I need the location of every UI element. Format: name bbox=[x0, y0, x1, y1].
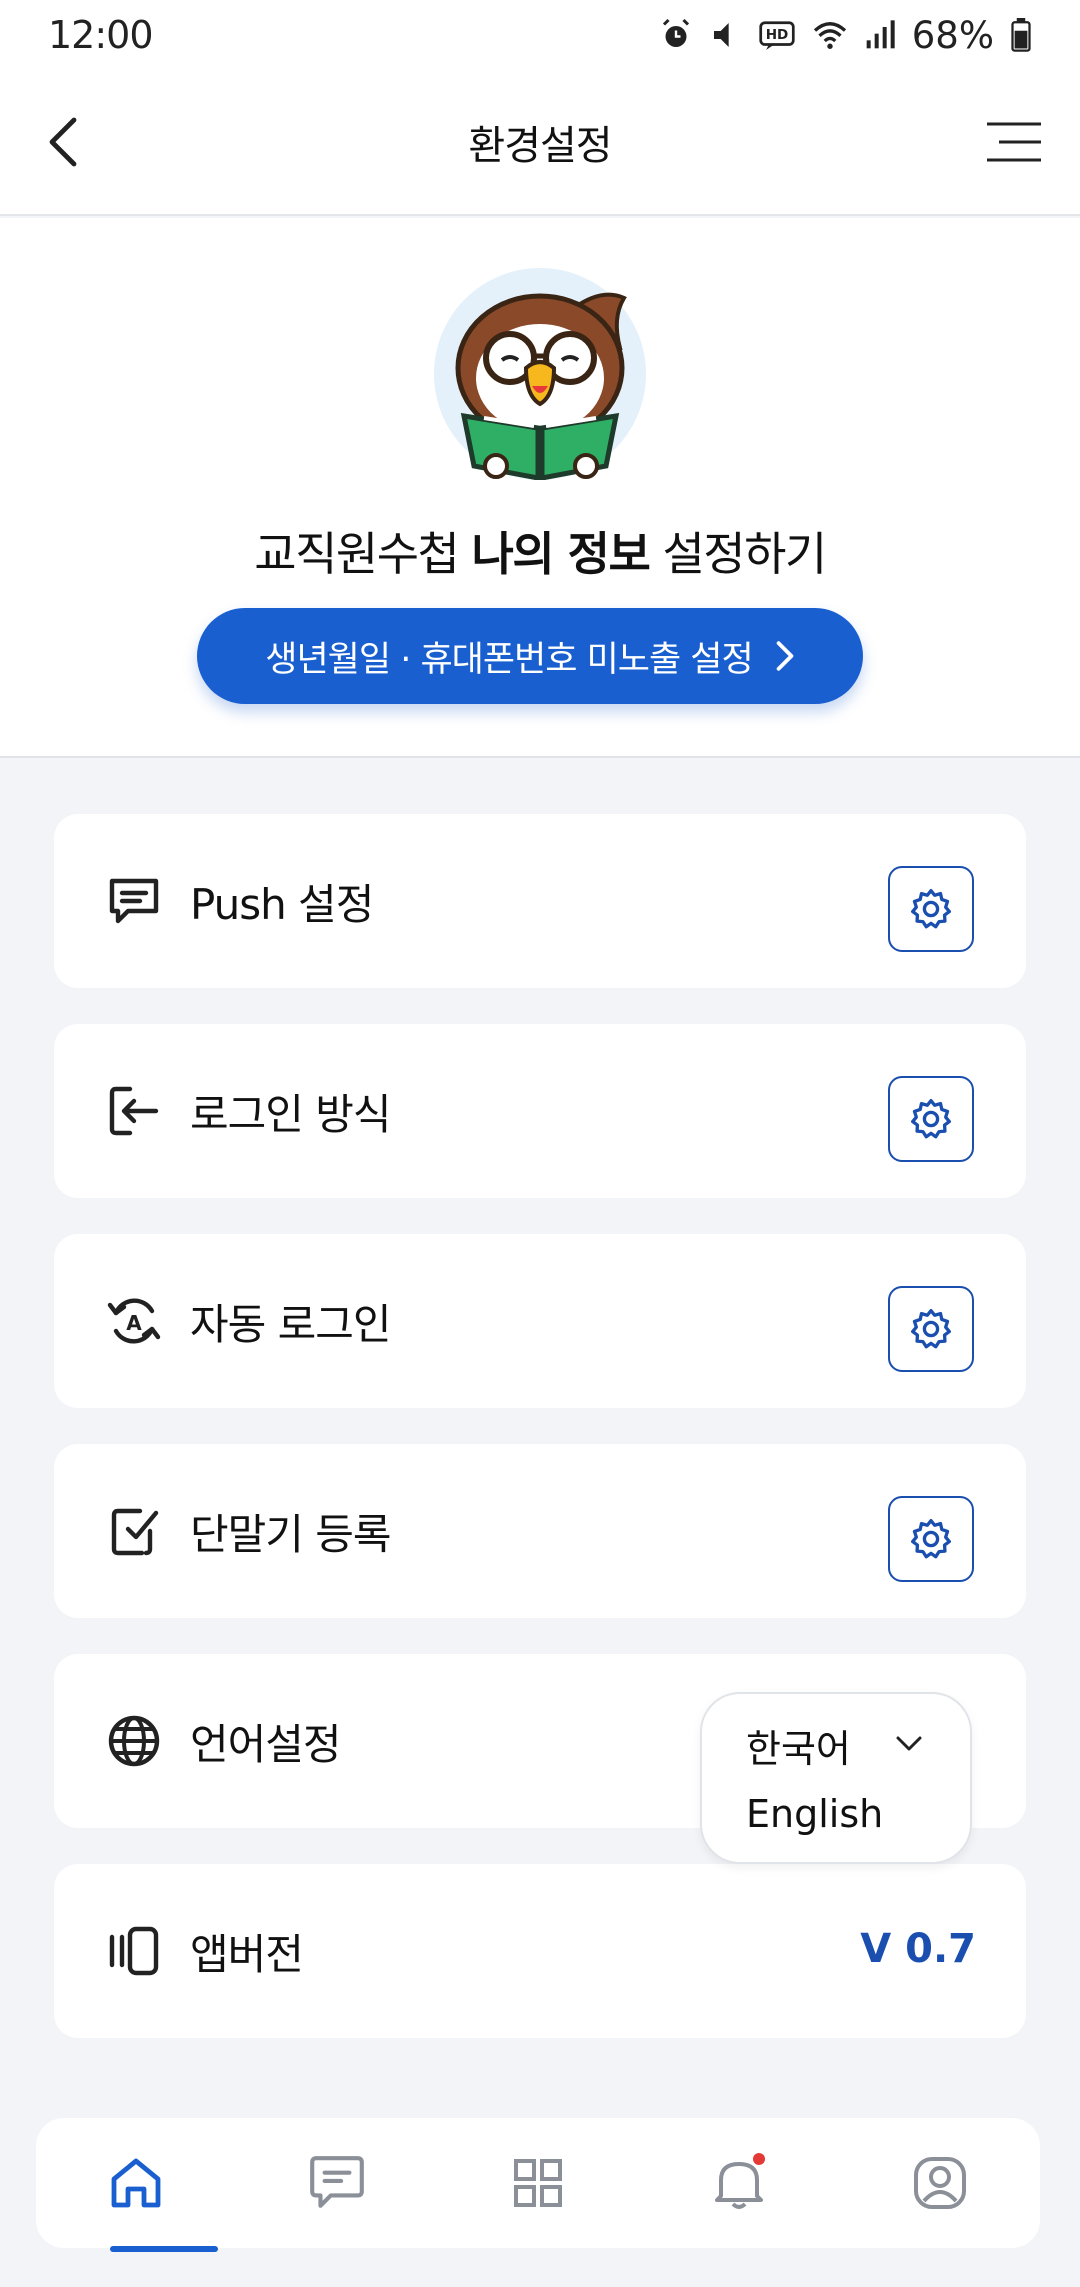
language-settings-label: 언어설정 bbox=[190, 1719, 342, 1769]
volume-icon bbox=[710, 18, 742, 52]
device-register-label: 단말기 등록 bbox=[190, 1509, 392, 1559]
page-title: 환경설정 bbox=[468, 123, 612, 169]
login-method-card[interactable]: 로그인 방식 bbox=[54, 1024, 1026, 1198]
gear-icon bbox=[911, 889, 951, 929]
chevron-down-icon[interactable] bbox=[894, 1734, 924, 1758]
globe-icon bbox=[104, 1711, 164, 1771]
profile-heading-prefix: 교직원수첩 bbox=[254, 527, 460, 581]
app-header: 환경설정 bbox=[0, 70, 1080, 216]
wifi-icon bbox=[812, 19, 848, 51]
gear-icon bbox=[911, 1519, 951, 1559]
hd-icon: HD bbox=[758, 18, 796, 52]
nav-menu-grid[interactable] bbox=[483, 2128, 593, 2238]
nav-profile[interactable] bbox=[885, 2128, 995, 2238]
push-settings-gear-button[interactable] bbox=[888, 866, 974, 952]
privacy-settings-button[interactable]: 생년월일 · 휴대폰번호 미노출 설정 bbox=[197, 608, 863, 704]
gear-icon bbox=[911, 1309, 951, 1349]
battery-icon bbox=[1010, 18, 1032, 52]
language-selected-value[interactable]: 한국어 bbox=[746, 1718, 851, 1773]
app-version-card: 앱버전 V 0.7 bbox=[54, 1864, 1026, 2038]
chevron-right-icon bbox=[775, 640, 795, 672]
device-register-gear-button[interactable] bbox=[888, 1496, 974, 1582]
alarm-icon bbox=[658, 17, 694, 53]
svg-text:HD: HD bbox=[765, 27, 788, 43]
push-settings-label: Push 설정 bbox=[190, 879, 374, 929]
app-version-icon bbox=[104, 1921, 164, 1981]
chat-icon bbox=[104, 871, 164, 931]
bottom-navigation bbox=[36, 2118, 1040, 2248]
device-register-icon bbox=[104, 1501, 164, 1561]
auto-login-label: 자동 로그인 bbox=[190, 1299, 392, 1349]
profile-section: 교직원수첩 나의 정보 설정하기 생년월일 · 휴대폰번호 미노출 설정 bbox=[0, 218, 1080, 758]
privacy-settings-label: 생년월일 · 휴대폰번호 미노출 설정 bbox=[265, 639, 753, 680]
auto-login-card[interactable]: A 자동 로그인 bbox=[54, 1234, 1026, 1408]
push-settings-card[interactable]: Push 설정 bbox=[54, 814, 1026, 988]
app-version-label: 앱버전 bbox=[190, 1929, 304, 1979]
signal-icon bbox=[864, 19, 896, 51]
auto-login-icon: A bbox=[104, 1291, 164, 1351]
gear-icon bbox=[911, 1099, 951, 1139]
nav-messages[interactable] bbox=[282, 2128, 392, 2238]
nav-notifications[interactable] bbox=[684, 2128, 794, 2238]
language-option-english[interactable]: English bbox=[746, 1792, 883, 1836]
login-method-gear-button[interactable] bbox=[888, 1076, 974, 1162]
app-version-value: V 0.7 bbox=[860, 1926, 976, 1972]
login-icon bbox=[104, 1081, 164, 1141]
profile-heading-bold: 나의 정보 bbox=[471, 527, 651, 581]
profile-heading-suffix: 설정하기 bbox=[662, 527, 827, 581]
profile-icon bbox=[913, 2157, 966, 2209]
message-icon bbox=[310, 2156, 365, 2208]
back-arrow-icon bbox=[49, 117, 77, 167]
owl-mascot-avatar bbox=[434, 268, 646, 480]
grid-icon bbox=[513, 2159, 562, 2207]
back-button[interactable] bbox=[30, 110, 94, 174]
battery-level: 68% bbox=[911, 13, 994, 57]
login-method-label: 로그인 방식 bbox=[190, 1089, 392, 1139]
status-bar: 12:00 HD 68% bbox=[0, 0, 1080, 70]
svg-text:A: A bbox=[126, 1311, 142, 1335]
nav-active-indicator bbox=[110, 2246, 218, 2252]
device-register-card[interactable]: 단말기 등록 bbox=[54, 1444, 1026, 1618]
hamburger-menu-icon bbox=[987, 122, 1041, 162]
profile-heading: 교직원수첩 나의 정보 설정하기 bbox=[0, 518, 1080, 584]
menu-button[interactable] bbox=[978, 110, 1050, 174]
nav-home[interactable] bbox=[81, 2128, 191, 2238]
auto-login-gear-button[interactable] bbox=[888, 1286, 974, 1372]
language-dropdown[interactable]: 한국어 English bbox=[700, 1692, 972, 1864]
status-icons: HD 68% bbox=[658, 14, 1032, 57]
bell-icon bbox=[714, 2153, 765, 2209]
home-icon bbox=[111, 2158, 161, 2208]
status-time: 12:00 bbox=[48, 13, 154, 57]
